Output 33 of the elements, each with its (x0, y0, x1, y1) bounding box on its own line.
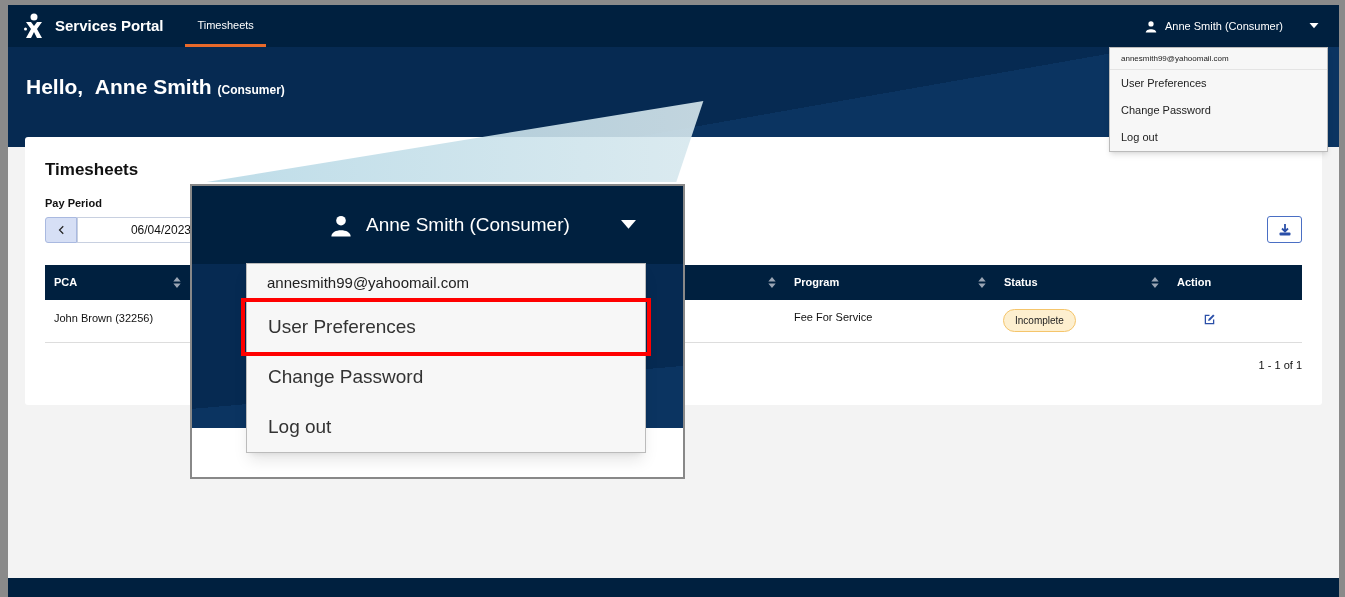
menu-item[interactable]: Change Password (1110, 97, 1327, 124)
column-label: Action (1177, 275, 1212, 291)
sort-icon[interactable] (978, 277, 986, 288)
download-icon (1278, 223, 1291, 236)
role-label: (Consumer) (217, 82, 285, 99)
menu-item[interactable]: Log out (247, 402, 645, 452)
caret-icon[interactable] (619, 220, 637, 230)
user-name[interactable]: Anne Smith (Consumer) (366, 210, 570, 240)
greeting: Hello, Anne Smith (26, 74, 212, 100)
sort-icon[interactable] (173, 277, 181, 288)
user-name[interactable]: Anne Smith (Consumer) (1165, 17, 1283, 35)
edit-icon[interactable] (1204, 314, 1215, 325)
menu-item[interactable]: User Preferences (1110, 70, 1327, 97)
menu-item[interactable]: Log out (1110, 124, 1327, 151)
menu-item[interactable]: Change Password (247, 352, 645, 402)
user-icon (1145, 19, 1157, 33)
column-label: PCA (54, 275, 78, 291)
brand-name: Services Portal (55, 15, 164, 36)
logo-icon (24, 13, 44, 39)
menu-email: annesmith99@yahoomail.com (1110, 48, 1327, 70)
sort-icon[interactable] (768, 277, 776, 288)
table-cell: Fee For Service (785, 300, 995, 343)
column-label: Program (794, 275, 840, 291)
pay-period-label: Pay Period (45, 195, 103, 211)
caret-icon[interactable] (1309, 23, 1319, 29)
sort-icon[interactable] (1151, 277, 1159, 288)
column-label: Status (1004, 275, 1038, 291)
pagination-info: 1 - 1 of 1 (1258, 358, 1302, 373)
download-button[interactable] (1267, 216, 1302, 243)
chevron-left-icon (58, 225, 64, 235)
card-title: Timesheets (45, 159, 140, 181)
status-badge: Incomplete (1003, 309, 1076, 332)
menu-email: annesmith99@yahoomail.com (266, 272, 470, 293)
